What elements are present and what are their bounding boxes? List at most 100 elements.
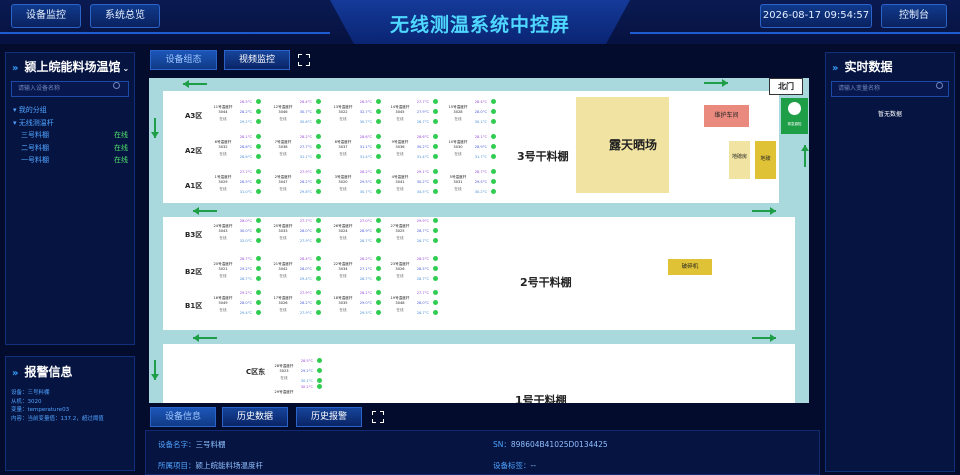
status-dot xyxy=(256,290,261,295)
temp-sensor[interactable]: 29号温度杆 30.2°C xyxy=(273,383,333,403)
sensor-temp: 29.5°C xyxy=(359,180,372,184)
datetime-display: 2026-08-17 09:54:57 xyxy=(760,4,872,28)
sensor-status: 在线 xyxy=(339,187,347,191)
sensor-name: 7号温度杆 xyxy=(274,140,292,144)
sensor-temp: 32.7°C xyxy=(359,110,372,114)
temp-sensor[interactable]: 19号温度杆 3048 在线 27.7°C 28.0°C 28.7°C xyxy=(389,289,449,323)
double-chevron-icon: » xyxy=(12,63,19,74)
sensor-name: 21号温度杆 xyxy=(273,262,293,266)
temp-sensor[interactable]: 4号温度杆 3041 在线 29.1°C 30.2°C 34.5°C xyxy=(389,168,449,202)
temp-sensor[interactable]: 1号温度杆 3029 在线 27.7°C 28.5°C 31.0°C xyxy=(212,168,272,202)
temp-sensor[interactable]: 20号温度杆 3021 在线 28.7°C 29.2°C 28.7°C xyxy=(212,255,272,289)
sensor-temp: 30.2°C xyxy=(416,145,429,149)
sensor-temp: 28.8°C xyxy=(239,145,252,149)
sensor-temp: 27.1°C xyxy=(359,267,372,271)
status-dot xyxy=(376,256,381,261)
temp-sensor[interactable]: 22号温度杆 3034 在线 28.2°C 27.1°C 28.7°C xyxy=(332,255,392,289)
temp-sensor[interactable]: 10号温度杆 3030 在线 28.1°C 28.9°C 31.7°C xyxy=(447,133,507,167)
temp-sensor[interactable]: 15号温度杆 3028 在线 28.4°C 28.0°C 30.1°C xyxy=(447,98,507,132)
status-dot xyxy=(433,109,438,114)
temp-sensor[interactable]: 24号温度杆 3043 在线 28.0°C 30.0°C 32.0°C xyxy=(212,217,272,251)
tab-history-alarm[interactable]: 历史报警 xyxy=(296,407,362,427)
sensor-name: 25号温度杆 xyxy=(273,224,293,228)
tree-item-poles[interactable]: ▾ 无线测温杆 xyxy=(13,117,128,130)
temp-sensor[interactable]: 6号温度杆 3032 在线 28.1°C 28.8°C 28.6°C xyxy=(212,133,272,167)
temp-sensor[interactable]: 8号温度杆 3037 在线 28.6°C 31.1°C 31.4°C xyxy=(332,133,392,167)
sensor-name: 23号温度杆 xyxy=(390,262,410,266)
temp-sensor[interactable]: 27号温度杆 3025 在线 29.9°C 28.7°C 28.7°C xyxy=(389,217,449,251)
temp-sensor[interactable]: 12号温度杆 3046 在线 28.4°C 30.7°C 30.6°C xyxy=(272,98,332,132)
sensor-id: 3048 xyxy=(395,301,405,305)
status-dot xyxy=(376,266,381,271)
sensor-temp: 28.6°C xyxy=(239,155,252,159)
status-dot xyxy=(491,154,496,159)
tab-video-monitor[interactable]: 视频监控 xyxy=(224,50,290,70)
sensor-temp: 27.7°C xyxy=(416,100,429,104)
variable-search-input[interactable]: 请输入变量名称 xyxy=(831,81,949,97)
device-search-input[interactable]: 请输入设备名称 xyxy=(11,81,129,97)
temp-sensor[interactable]: 23号温度杆 3026 在线 28.2°C 28.5°C 28.7°C xyxy=(389,255,449,289)
status-dot xyxy=(316,134,321,139)
device-monitor-button[interactable]: 设备监控 xyxy=(11,4,81,28)
sensor-temp: 32.0°C xyxy=(239,239,252,243)
temp-sensor[interactable]: 9号温度杆 3036 在线 28.6°C 30.2°C 31.4°C xyxy=(389,133,449,167)
status-dot xyxy=(491,144,496,149)
sensor-temp: 28.0°C xyxy=(416,301,429,305)
tab-device-info[interactable]: 设备信息 xyxy=(150,407,216,427)
tree-item-shed1[interactable]: 一号料棚 在线 xyxy=(13,154,128,167)
sensor-name: 26号温度杆 xyxy=(333,224,353,228)
temp-sensor[interactable]: 13号温度杆 3022 在线 28.5°C 32.7°C 30.7°C xyxy=(332,98,392,132)
flow-arrow-left xyxy=(183,80,207,88)
sensor-temp: 28.0°C xyxy=(299,267,312,271)
temp-sensor[interactable]: 21号温度杆 3042 在线 28.4°C 28.0°C 29.4°C xyxy=(272,255,332,289)
tab-device-config[interactable]: 设备组态 xyxy=(150,50,217,70)
sensor-status: 在线 xyxy=(219,236,227,240)
search-icon[interactable] xyxy=(936,82,943,89)
page-title: 无线测温系统中控屏 xyxy=(389,14,570,36)
status-dot xyxy=(376,300,381,305)
status-dot xyxy=(316,218,321,223)
temp-sensor[interactable]: 11号温度杆 3044 在线 28.5°C 28.2°C 29.1°C xyxy=(212,98,272,132)
status-dot xyxy=(316,119,321,124)
temp-sensor[interactable]: 26号温度杆 3024 在线 27.0°C 28.9°C 28.7°C xyxy=(332,217,392,251)
status-dot xyxy=(491,134,496,139)
temp-sensor[interactable]: 3号温度杆 3020 在线 28.2°C 29.5°C 30.7°C xyxy=(332,168,392,202)
sensor-temp: 28.5°C xyxy=(359,100,372,104)
status-dot xyxy=(433,266,438,271)
temp-sensor[interactable]: 5号温度杆 3031 在线 28.7°C 29.5°C 30.2°C xyxy=(447,168,507,202)
maintenance-workshop: 维护车间 xyxy=(704,105,749,127)
header-right-line xyxy=(630,32,960,34)
temp-sensor[interactable]: 17号温度杆 3026 在线 27.9°C 28.2°C 27.9°C xyxy=(272,289,332,323)
temp-sensor[interactable]: 25号温度杆 3033 在线 27.7°C 28.0°C 27.9°C xyxy=(272,217,332,251)
tree-item-group[interactable]: ▾ 我的分组 xyxy=(13,104,128,117)
status-dot xyxy=(316,238,321,243)
temp-sensor[interactable]: 7号温度杆 3038 在线 28.2°C 27.7°C 31.1°C xyxy=(272,133,332,167)
status-dot xyxy=(491,179,496,184)
left-panel-header[interactable]: » 颍上皖能料场温馆 ⌄ xyxy=(12,58,132,75)
sensor-id: 3026 xyxy=(395,267,405,271)
tab-history-data[interactable]: 历史数据 xyxy=(222,407,288,427)
sensor-temp: 28.7°C xyxy=(416,229,429,233)
temp-sensor[interactable]: 16号温度杆 3049 在线 29.2°C 28.0°C 29.4°C xyxy=(212,289,272,323)
console-button[interactable]: 控制台 xyxy=(881,4,947,28)
tree-item-shed3[interactable]: 三号料棚 在线 xyxy=(13,129,128,142)
sensor-temp: 30.7°C xyxy=(299,110,312,114)
sensor-name: 15号温度杆 xyxy=(448,105,468,109)
sensor-name: 6号温度杆 xyxy=(214,140,232,144)
temp-sensor[interactable]: 14号温度杆 3045 在线 27.7°C 27.9°C 28.7°C xyxy=(389,98,449,132)
sensor-temp: 30.2°C xyxy=(416,180,429,184)
status-dot xyxy=(376,228,381,233)
system-overview-button[interactable]: 系统总览 xyxy=(90,4,160,28)
temp-sensor[interactable]: 2号温度杆 3047 在线 27.9°C 28.2°C 29.8°C xyxy=(272,168,332,202)
status-dot xyxy=(316,228,321,233)
fullscreen-icon[interactable] xyxy=(298,54,310,66)
sensor-temp: 27.7°C xyxy=(416,291,429,295)
status-dot xyxy=(376,290,381,295)
temp-sensor[interactable]: 18号温度杆 3035 在线 28.1°C 29.0°C 29.5°C xyxy=(332,289,392,323)
fullscreen-icon[interactable] xyxy=(372,411,384,423)
tree-item-shed2[interactable]: 二号料棚 在线 xyxy=(13,142,128,155)
status-dot xyxy=(376,218,381,223)
sensor-temp: 28.2°C xyxy=(416,257,429,261)
search-icon[interactable] xyxy=(113,82,120,89)
sensor-status: 在线 xyxy=(339,274,347,278)
